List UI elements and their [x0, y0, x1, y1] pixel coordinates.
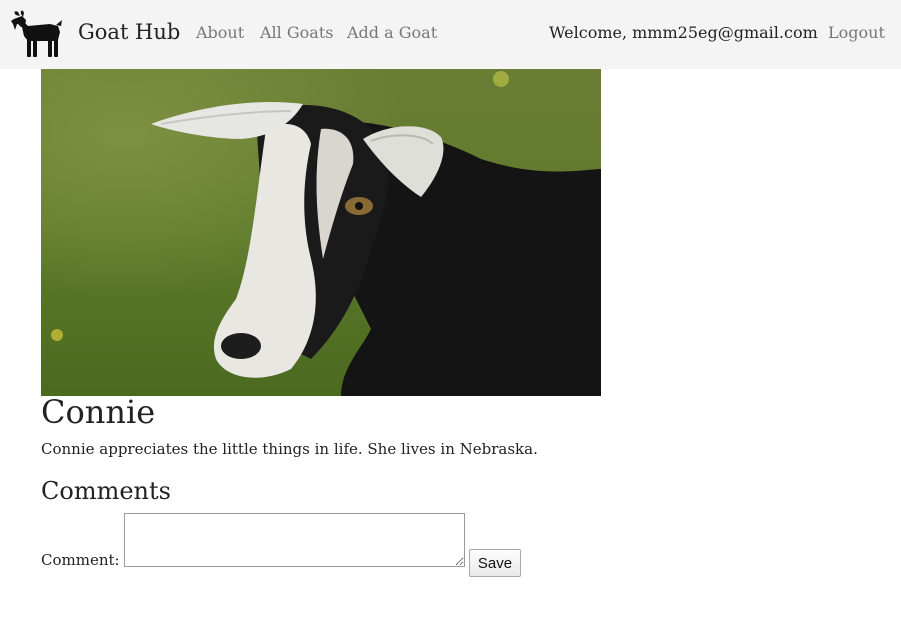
comment-textarea[interactable]: [124, 513, 465, 567]
goat-photo: [41, 69, 601, 396]
brand-name[interactable]: Goat Hub: [78, 20, 180, 44]
goat-name: Connie: [41, 393, 156, 431]
logout-link[interactable]: Logout: [828, 23, 885, 42]
navbar: Goat Hub About All Goats Add a Goat Welc…: [0, 0, 901, 69]
comment-label: Comment:: [41, 551, 120, 569]
goat-logo-icon[interactable]: [10, 10, 64, 58]
goat-description: Connie appreciates the little things in …: [41, 440, 538, 458]
nav-link-add-goat[interactable]: Add a Goat: [347, 23, 437, 42]
welcome-message: Welcome, mmm25eg@gmail.com: [549, 23, 818, 42]
comments-heading: Comments: [41, 477, 171, 505]
nav-link-all-goats[interactable]: All Goats: [260, 23, 333, 42]
nav-link-about[interactable]: About: [196, 23, 244, 42]
save-button[interactable]: Save: [469, 549, 521, 577]
